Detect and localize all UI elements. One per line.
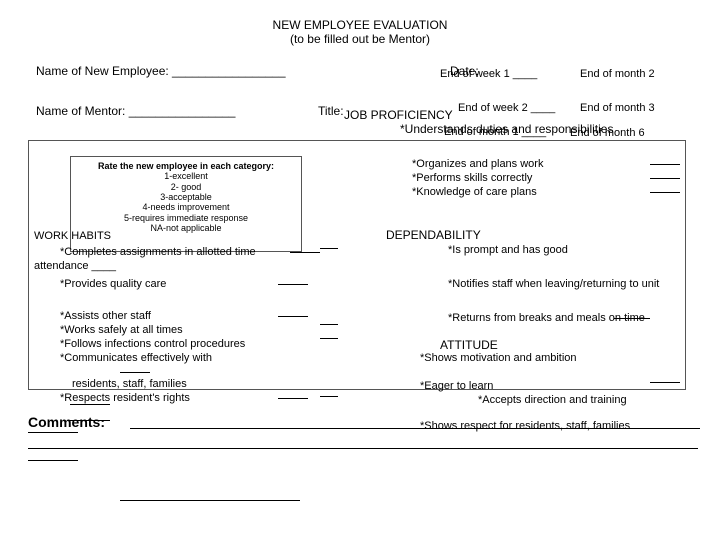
residents-staff-families: residents, staff, families — [72, 378, 187, 390]
page-title: NEW EMPLOYEE EVALUATION — [0, 18, 720, 32]
end-month-3: End of month 3 — [580, 102, 655, 114]
page-subtitle: (to be filled out be Mentor) — [0, 32, 720, 46]
end-week-1: End of week 1 ____ — [440, 68, 537, 80]
organizes-work: *Organizes and plans work — [412, 158, 543, 170]
understands-duties: *Understands duties and responsibilities — [400, 122, 613, 136]
assists-staff: *Assists other staff — [60, 310, 151, 322]
attendance: attendance ____ — [34, 260, 116, 272]
rule-right-3[interactable] — [650, 192, 680, 193]
shows-respect: *Shows respect for residents, staff, fam… — [420, 420, 630, 432]
rule-left-9[interactable] — [120, 372, 150, 373]
rule-left-6[interactable] — [320, 324, 338, 325]
shows-motivation: *Shows motivation and ambition — [420, 352, 577, 364]
rule-right-1[interactable] — [650, 164, 680, 165]
rule-left-3[interactable] — [278, 316, 308, 317]
accepts-direction: *Accepts direction and training — [478, 394, 627, 406]
follows-infections: *Follows infections control procedures — [60, 338, 245, 350]
comment-line-1[interactable] — [130, 428, 700, 429]
eager-learn: *Eager to learn — [420, 380, 493, 392]
is-prompt: *Is prompt and has good — [448, 244, 568, 256]
mentor-label: Name of Mentor: ________________ — [36, 104, 235, 118]
rule-right-2[interactable] — [650, 178, 680, 179]
provides-quality: *Provides quality care — [60, 278, 166, 290]
respects-rights: *Respects resident's rights — [60, 392, 190, 404]
rating-3: 3-acceptable — [71, 192, 301, 202]
blank-short-2[interactable] — [28, 460, 78, 461]
knowledge-care: *Knowledge of care plans — [412, 186, 537, 198]
works-safely: *Works safely at all times — [60, 324, 183, 336]
dependability-heading: DEPENDABILITY — [386, 228, 481, 242]
new-employee-label: Name of New Employee: _________________ — [36, 64, 286, 78]
end-week-2: End of week 2 ____ — [458, 102, 555, 114]
end-month-2: End of month 2 — [580, 68, 655, 80]
communicates-effectively: *Communicates effectively with — [60, 352, 212, 364]
rule-left-2[interactable] — [278, 284, 308, 285]
title-label: Title: — [318, 104, 344, 118]
rating-5: 5-requires immediate response — [71, 213, 301, 223]
blank-short-1[interactable] — [28, 432, 78, 433]
rule-left-8[interactable] — [320, 396, 338, 397]
rule-left-1[interactable] — [290, 252, 320, 253]
rule-left-7[interactable] — [320, 338, 338, 339]
rule-left-5[interactable] — [320, 248, 338, 249]
rating-2: 2- good — [71, 182, 301, 192]
performs-skills: *Performs skills correctly — [412, 172, 532, 184]
blank-short-3[interactable] — [70, 404, 110, 405]
blank-short-4[interactable] — [70, 420, 110, 421]
rating-4: 4-needs improvement — [71, 202, 301, 212]
notifies-staff: *Notifies staff when leaving/returning t… — [448, 278, 659, 290]
job-proficiency-heading: JOB PROFICIENCY — [344, 108, 453, 122]
signature-line[interactable] — [120, 500, 300, 501]
completes-assignments: *Completes assignments in allotted time — [60, 246, 256, 258]
comments-label: Comments: — [28, 414, 105, 430]
comment-line-2[interactable] — [28, 448, 698, 449]
rule-right-5[interactable] — [650, 382, 680, 383]
rule-left-4[interactable] — [278, 398, 308, 399]
attitude-heading: ATTITUDE — [440, 338, 498, 352]
rating-head: Rate the new employee in each category: — [71, 161, 301, 171]
rule-right-4[interactable] — [614, 318, 650, 319]
work-habits-heading: WORK HABITS — [34, 230, 111, 242]
rating-1: 1-excellent — [71, 171, 301, 181]
